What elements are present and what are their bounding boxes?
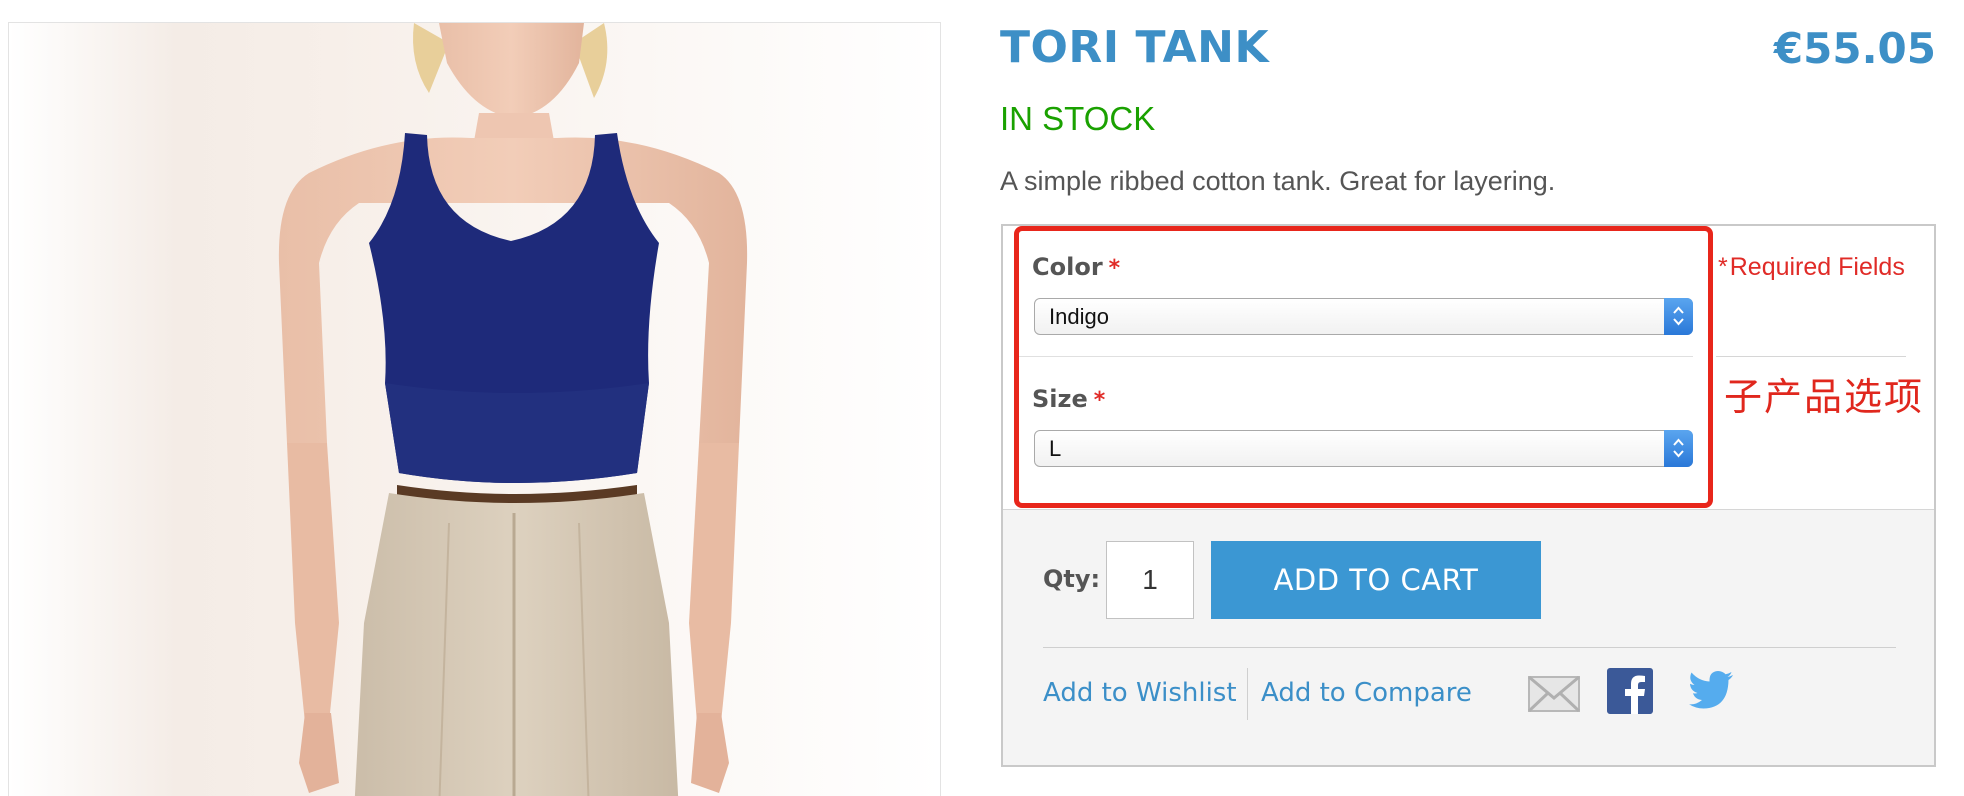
twitter-icon[interactable] — [1688, 670, 1734, 715]
product-image — [8, 22, 941, 796]
divider — [1043, 647, 1896, 648]
product-description: A simple ribbed cotton tank. Great for l… — [1000, 166, 1556, 196]
required-fields-note: *Required Fields — [1718, 253, 1905, 282]
add-to-compare-link[interactable]: Add to Compare — [1261, 678, 1472, 708]
stock-status: IN STOCK — [1000, 100, 1156, 137]
facebook-icon[interactable] — [1607, 668, 1653, 719]
add-to-cart-button[interactable]: ADD TO CART — [1211, 541, 1541, 619]
add-to-wishlist-link[interactable]: Add to Wishlist — [1043, 678, 1237, 708]
required-fields-label: Required Fields — [1729, 253, 1905, 281]
divider — [1716, 356, 1906, 357]
qty-input[interactable] — [1106, 541, 1194, 619]
divider — [1247, 668, 1248, 720]
email-icon[interactable] — [1527, 675, 1581, 717]
product-photo — [9, 23, 940, 796]
product-title: TORI TANK — [1000, 22, 1270, 73]
required-marker: * — [1718, 253, 1728, 281]
annotation-highlight-box — [1014, 226, 1713, 508]
qty-label: Qty: — [1043, 565, 1101, 593]
annotation-label: 子产品选项 — [1724, 377, 1925, 419]
product-price: €55.05 — [1773, 24, 1936, 73]
